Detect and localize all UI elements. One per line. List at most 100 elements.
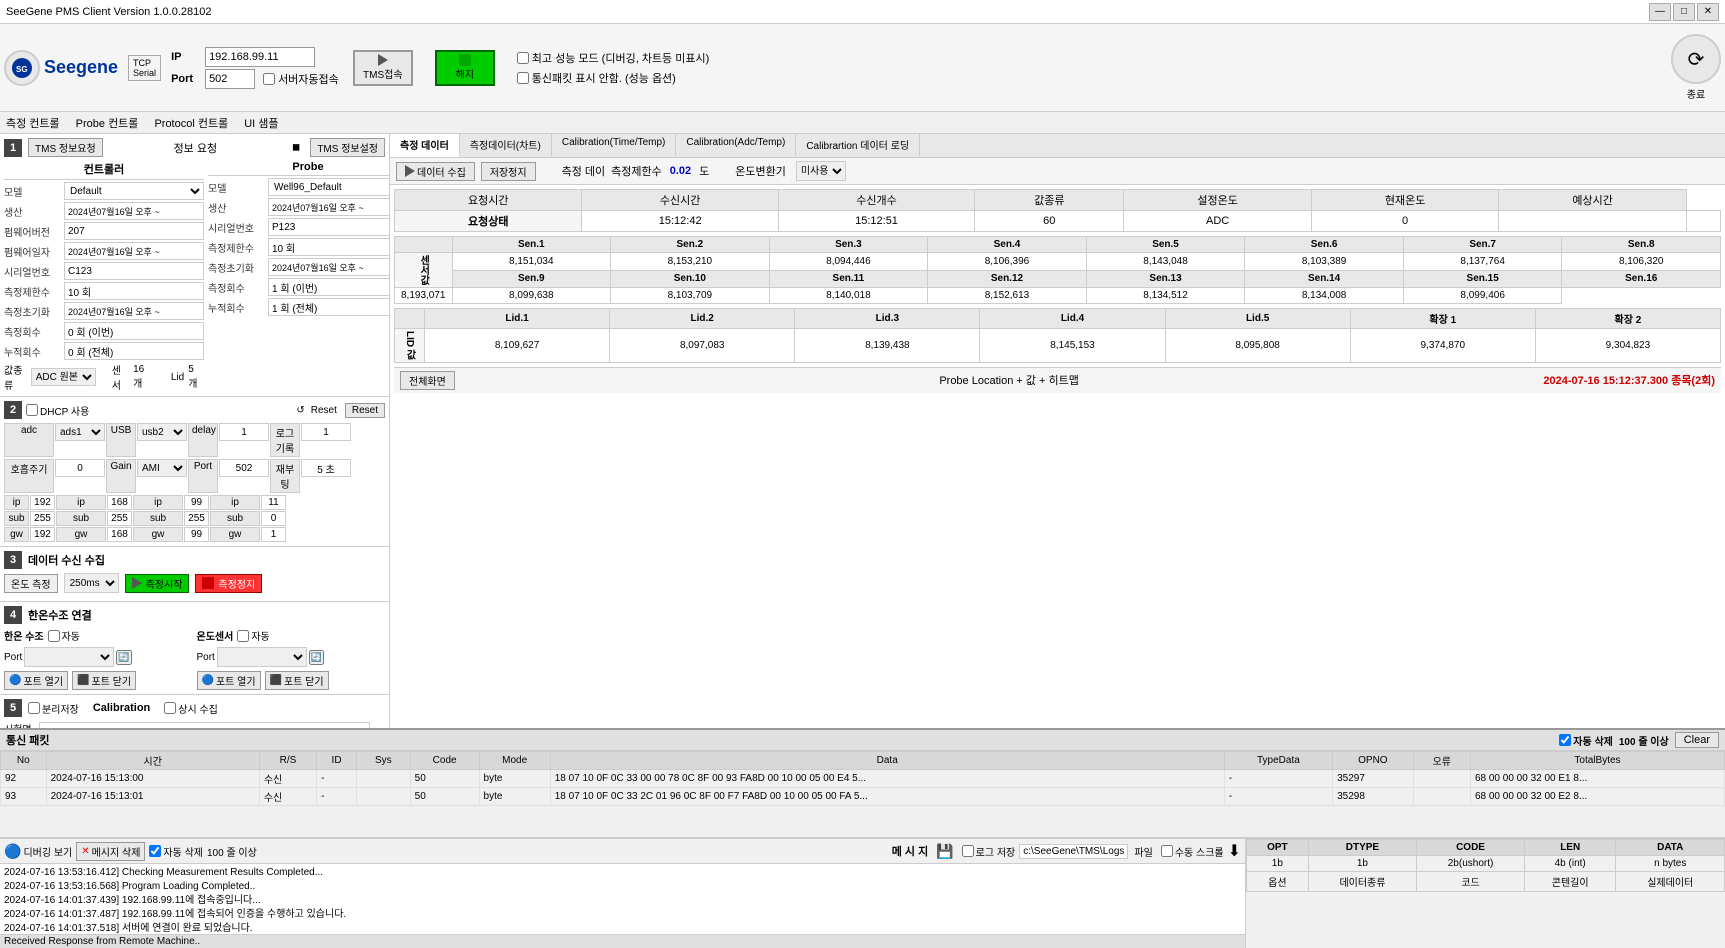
port-open-right-button[interactable]: 🔵 포트 열기: [197, 671, 261, 690]
minimize-button[interactable]: —: [1649, 3, 1671, 21]
tms-connect-button[interactable]: TMS접속: [353, 50, 413, 86]
probe-meas-count2-input[interactable]: [268, 278, 390, 296]
msg-auto-delete-checkbox[interactable]: [149, 845, 161, 857]
tab-meas-chart[interactable]: 측정데이터(차트): [460, 134, 552, 157]
port2-input[interactable]: [219, 459, 269, 477]
data-collect-button[interactable]: 데이터 수집: [396, 162, 475, 181]
ctrl-meas-count-input[interactable]: [64, 282, 204, 300]
auto-delete-label[interactable]: 자동 삭제: [1559, 733, 1613, 748]
tab-calib-adc-temp[interactable]: Calibration(Adc/Temp): [676, 134, 796, 157]
sub4[interactable]: [261, 511, 286, 526]
port-close-left-button[interactable]: ⬛ 포트 닫기: [72, 671, 136, 690]
gw2[interactable]: [107, 527, 132, 542]
temp-meas-button[interactable]: 온도 측정: [4, 574, 58, 593]
probe-serial-input[interactable]: [268, 218, 390, 236]
probe-production-input[interactable]: [268, 198, 390, 216]
gain-select[interactable]: AMI: [137, 459, 187, 477]
menu-probe-control[interactable]: Probe 컨트롤: [76, 115, 139, 131]
tab-calib-time-temp[interactable]: Calibration(Time/Temp): [552, 134, 677, 157]
port-open-left-button[interactable]: 🔵 포트 열기: [4, 671, 68, 690]
save-log-label[interactable]: 로그 저장: [962, 844, 1016, 859]
hanon-auto-checkbox[interactable]: [48, 630, 60, 642]
ctrl-model-select[interactable]: Default: [64, 182, 204, 200]
always-collect-label[interactable]: 상시 수집: [164, 701, 218, 716]
sub3[interactable]: [184, 511, 209, 526]
adc-select[interactable]: ads1: [55, 423, 105, 441]
ip4[interactable]: [261, 495, 286, 510]
msg-delete-button[interactable]: ✕ 메시지 삭제: [76, 842, 145, 861]
temp-auto-checkbox[interactable]: [237, 630, 249, 642]
save-log-checkbox[interactable]: [962, 845, 974, 857]
ip1[interactable]: [30, 495, 55, 510]
msg-auto-delete-label[interactable]: 자동 삭제: [149, 844, 203, 859]
port-right-select[interactable]: [217, 647, 307, 667]
port-refresh-right[interactable]: 🔄: [309, 650, 324, 665]
port-input[interactable]: [205, 69, 255, 89]
clear-button[interactable]: Clear: [1675, 732, 1719, 748]
auto-delete-checkbox[interactable]: [1559, 734, 1571, 746]
ip2[interactable]: [107, 495, 132, 510]
menu-measurement-control[interactable]: 측정 컨트롤: [6, 115, 60, 131]
ip3[interactable]: [184, 495, 209, 510]
dhcp-label[interactable]: DHCP 사용: [26, 403, 89, 418]
sub1[interactable]: [30, 511, 55, 526]
value-type-select[interactable]: ADC 원본: [31, 368, 96, 386]
meas-stop-button[interactable]: 측정정지: [195, 574, 262, 593]
port-refresh-left[interactable]: 🔄: [116, 650, 131, 665]
option1-checkbox[interactable]: [517, 52, 529, 64]
tms-info-request-button[interactable]: TMS 정보요청: [28, 138, 103, 157]
usb-select[interactable]: usb2: [137, 423, 187, 441]
ctrl-fw-date-input[interactable]: [64, 242, 204, 260]
gw4[interactable]: [261, 527, 286, 542]
option2-checkbox[interactable]: [517, 72, 529, 84]
dhcp-checkbox[interactable]: [26, 404, 38, 416]
gw3[interactable]: [184, 527, 209, 542]
ip-input[interactable]: [205, 47, 315, 67]
auto-scroll-checkbox[interactable]: [1161, 845, 1173, 857]
option2-label[interactable]: 통신패킷 표시 안함. (성능 옵션): [517, 70, 709, 86]
reset-button[interactable]: Reset: [345, 403, 385, 418]
always-collect-checkbox[interactable]: [164, 702, 176, 714]
probe-model-select[interactable]: Well96_Default: [268, 178, 390, 196]
ctrl-meas-init-input[interactable]: [64, 302, 204, 320]
meas-start-button[interactable]: 측정시작: [125, 574, 190, 593]
delay-input[interactable]: [219, 423, 269, 441]
menu-protocol-control[interactable]: Protocol 컨트롤: [154, 115, 228, 131]
option1-label[interactable]: 최고 성능 모드 (디버깅, 차트등 미표시): [517, 50, 709, 66]
probe-meas-count-input[interactable]: [268, 238, 390, 256]
tab-calib-data-loading[interactable]: Calibrartion 데이터 로딩: [796, 134, 920, 157]
temp-auto-label[interactable]: 자동: [237, 628, 269, 643]
scroll-btn[interactable]: ⬇: [1228, 841, 1241, 861]
reboot-input[interactable]: [301, 459, 351, 477]
end-button[interactable]: ⟳: [1671, 34, 1721, 84]
separate-store-label[interactable]: 분리저장: [28, 701, 79, 716]
probe-meas-init-input[interactable]: [268, 258, 390, 276]
cycle-input[interactable]: [55, 459, 105, 477]
save-stop-button[interactable]: 저장정지: [481, 162, 536, 181]
test-name-input[interactable]: [39, 722, 370, 729]
close-button[interactable]: ✕: [1697, 3, 1719, 21]
menu-ui-sample[interactable]: UI 샘플: [244, 115, 278, 131]
sub2[interactable]: [107, 511, 132, 526]
maximize-button[interactable]: □: [1673, 3, 1695, 21]
log-input[interactable]: [301, 423, 351, 441]
separate-store-checkbox[interactable]: [28, 702, 40, 714]
tms-stop-button[interactable]: 해지: [435, 50, 495, 86]
auto-scroll-label[interactable]: 수동 스크롤: [1161, 844, 1224, 859]
ctrl-production-input[interactable]: [64, 202, 204, 220]
ctrl-serial-input[interactable]: [64, 262, 204, 280]
ctrl-meas-count2-input[interactable]: [64, 322, 204, 340]
probe-accum-input[interactable]: [268, 298, 390, 316]
gw1[interactable]: [30, 527, 55, 542]
server-auto-connect-checkbox[interactable]: [263, 73, 275, 85]
ctrl-accum-input[interactable]: [64, 342, 204, 360]
ctrl-fw-version-input[interactable]: [64, 222, 204, 240]
port-left-select[interactable]: [24, 647, 114, 667]
port-close-right-button[interactable]: ⬛ 포트 닫기: [265, 671, 329, 690]
debug-label[interactable]: 🔵 디버깅 보기: [4, 843, 72, 860]
interval-select[interactable]: 250ms: [64, 573, 119, 593]
hanon-auto-label[interactable]: 자동: [48, 628, 80, 643]
fullscreen-button[interactable]: 전체화면: [400, 371, 455, 390]
temp-change-select[interactable]: 미사용: [796, 161, 846, 181]
tms-info-set-button[interactable]: TMS 정보설정: [310, 138, 385, 157]
